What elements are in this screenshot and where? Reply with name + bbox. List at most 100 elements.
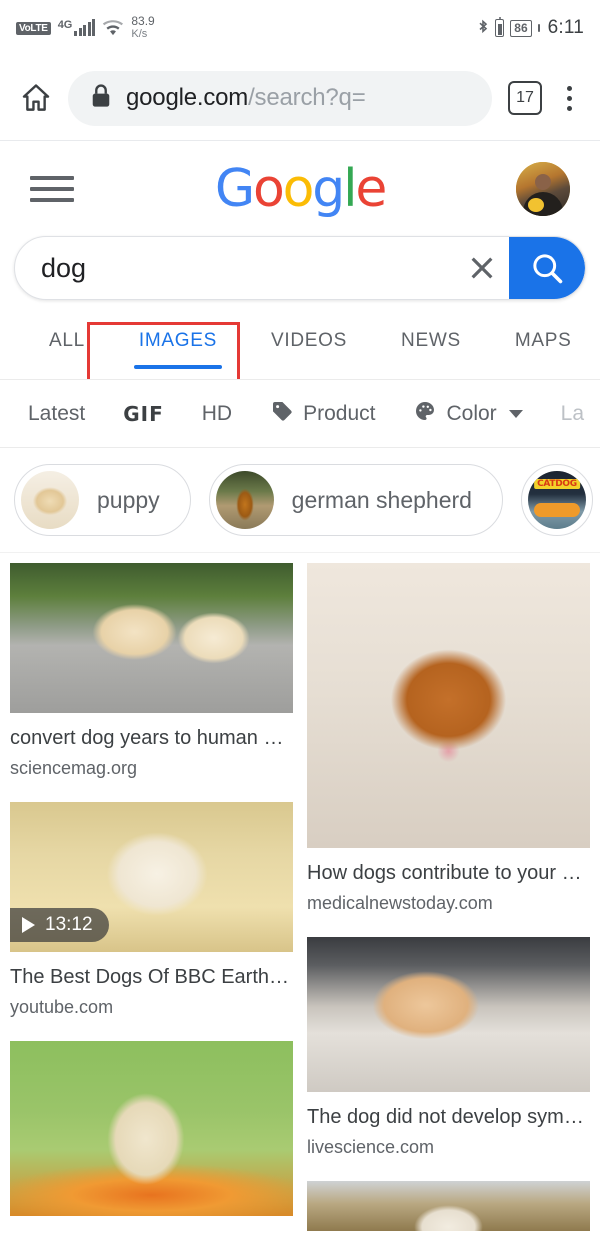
image-result-title: The dog did not develop symp… [307, 1106, 590, 1128]
wifi-icon [102, 20, 124, 36]
video-duration-badge: 13:12 [10, 908, 109, 942]
catdog-sign-label: CATDOG [534, 479, 580, 489]
filter-label: GIF [123, 401, 164, 426]
network-speed-indicator: 83.9 K/s [131, 15, 154, 41]
google-logo-letter-4: l [343, 158, 357, 219]
overflow-menu-icon[interactable] [554, 85, 584, 111]
cellular-signal-icon: 4G [57, 19, 96, 36]
status-bar: VoLTE 4G 83.9 K/s 86 6:11 [0, 0, 600, 56]
tab-all[interactable]: ALL [22, 322, 112, 379]
results-right-column: How dogs contribute to your … medicalnews… [307, 563, 590, 1231]
filter-la[interactable]: La [561, 402, 584, 426]
image-result-card[interactable]: The dog did not develop symp… livescience… [307, 937, 590, 1159]
google-logo-letter-0: G [214, 158, 255, 219]
related-search-chip[interactable]: CATDOG [520, 464, 593, 536]
results-left-column: convert dog years to human y… sciencemag.… [10, 563, 293, 1231]
catdog-body-shape [533, 503, 580, 517]
catdog-cartoon-thumbnail: CATDOG [527, 471, 586, 529]
filter-gif[interactable]: GIF [123, 402, 164, 426]
filter-product[interactable]: Product [270, 399, 375, 429]
image-results-grid: convert dog years to human y… sciencemag.… [0, 553, 600, 1231]
search-area [0, 236, 600, 300]
battery-percent-badge: 86 [510, 19, 532, 37]
image-result-source: livescience.com [307, 1137, 435, 1157]
tab-maps[interactable]: MAPS [488, 322, 599, 379]
tab-news[interactable]: NEWS [374, 322, 488, 379]
url-path: /search?q= [248, 84, 366, 111]
filter-label: HD [201, 401, 233, 425]
clear-search-icon[interactable] [455, 252, 509, 284]
bluetooth-icon [477, 19, 489, 37]
image-result-source: youtube.com [10, 997, 114, 1017]
image-result-title: The Best Dogs Of BBC Earth | … [10, 966, 293, 988]
volte-icon: VoLTE [16, 21, 51, 35]
google-logo: Google [214, 158, 387, 219]
related-search-chip[interactable]: german shepherd [208, 464, 503, 536]
google-logo-letter-2: o [282, 158, 315, 219]
address-bar[interactable]: google.com/search?q= [68, 70, 492, 126]
network-speed-unit: K/s [131, 28, 148, 40]
filter-color[interactable]: Color [413, 399, 523, 429]
related-search-chip[interactable]: puppy [14, 464, 191, 536]
related-search-chip-label: german shepherd [291, 486, 472, 513]
tag-icon [270, 399, 294, 429]
two-labradors-on-road-thumbnail[interactable] [10, 563, 293, 713]
clock-label: 6:11 [547, 17, 584, 38]
google-logo-letter-3: g [312, 158, 345, 219]
search-box[interactable] [14, 236, 586, 300]
image-result-card[interactable]: How dogs contribute to your … medicalnews… [307, 563, 590, 915]
puppy-in-orange-flower-field-thumbnail[interactable] [10, 1041, 293, 1216]
url-domain: google.com [126, 84, 249, 111]
filter-label: Latest [28, 401, 86, 425]
battery-secondary-icon [495, 16, 505, 37]
labrador-puppy-face-thumbnail [21, 471, 79, 529]
image-result-card[interactable] [10, 1041, 293, 1216]
image-result-card[interactable] [307, 1181, 590, 1231]
filter-latest[interactable]: Latest [28, 402, 85, 426]
filter-label: Product [303, 401, 376, 425]
chevron-down-icon[interactable] [508, 409, 523, 418]
search-input[interactable] [15, 252, 455, 284]
tab-switcher-button[interactable]: 17 [508, 81, 542, 115]
related-searches-row: puppy german shepherd CATDOG [0, 448, 600, 553]
image-result-source: sciencemag.org [10, 758, 138, 778]
image-result-card[interactable]: 13:12 The Best Dogs Of BBC Earth | … youtu… [10, 802, 293, 1019]
video-duration-label: 13:12 [45, 914, 93, 935]
lock-icon [90, 83, 112, 114]
status-bar-right: 86 6:11 [477, 16, 584, 39]
image-filter-row: Latest GIF HD Product Color La [0, 380, 600, 448]
google-logo-letter-5: e [355, 158, 387, 219]
image-result-source: medicalnewstoday.com [307, 893, 493, 913]
image-result-card[interactable]: convert dog years to human y… sciencemag.… [10, 563, 293, 780]
avatar[interactable] [516, 161, 570, 216]
network-speed-value: 83.9 [131, 14, 155, 28]
battery-tip-icon [537, 24, 540, 32]
palette-icon [413, 399, 437, 429]
pomeranian-lying-down-thumbnail[interactable] [307, 937, 590, 1092]
home-icon[interactable] [16, 78, 56, 118]
address-bar-url: google.com/search?q= [126, 84, 366, 112]
white-lab-puppy-thumbnail[interactable]: 13:12 [10, 802, 293, 952]
peeking-puppy-thumbnail[interactable] [307, 1181, 590, 1231]
search-vertical-tabs: ALLIMAGESVIDEOSNEWSMAPSB [0, 322, 600, 380]
search-submit-button[interactable] [509, 237, 585, 299]
related-search-chip-label: puppy [97, 486, 160, 513]
filter-label: La [560, 401, 585, 425]
browser-toolbar: google.com/search?q= 17 [0, 56, 600, 141]
play-icon [22, 917, 35, 933]
filter-label: Color [446, 401, 497, 425]
google-images-page: Google ALLIMAGESVIDEOSNEWSMAPSB Late [0, 141, 600, 1231]
smiling-golden-retriever-face-thumbnail[interactable] [307, 563, 590, 848]
image-result-title: How dogs contribute to your … [307, 862, 582, 884]
network-generation-label: 4G [57, 19, 73, 31]
google-page-header: Google [0, 141, 600, 236]
image-result-title: convert dog years to human y… [10, 727, 293, 749]
signal-bars-icon [74, 19, 96, 36]
tab-images[interactable]: IMAGES [112, 322, 244, 379]
google-logo-letter-1: o [253, 158, 285, 219]
tab-videos[interactable]: VIDEOS [244, 322, 374, 379]
status-bar-left: VoLTE 4G 83.9 K/s [16, 15, 155, 41]
hamburger-icon[interactable] [30, 175, 74, 202]
german-shepherd-walking-thumbnail [215, 471, 274, 529]
filter-hd[interactable]: HD [202, 402, 232, 426]
